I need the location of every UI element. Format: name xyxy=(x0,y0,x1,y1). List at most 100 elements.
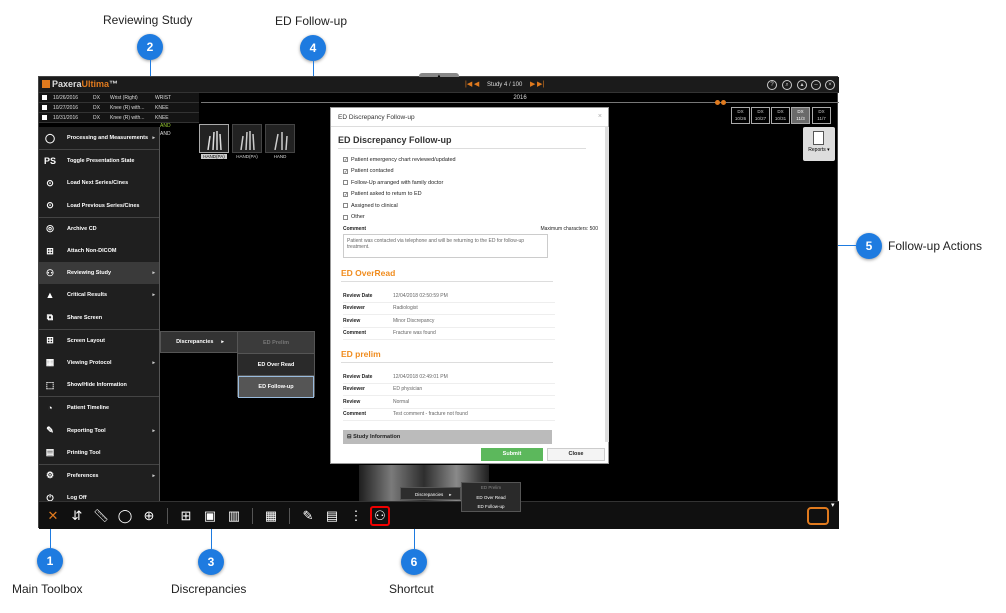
layout-icon[interactable]: ⊞ xyxy=(176,506,196,526)
menu-item-show-hide-info[interactable]: ⬚ Show/Hide Information xyxy=(39,374,159,396)
minimize-icon[interactable]: – xyxy=(811,80,821,90)
menu-item-reviewing-study[interactable]: ⚇ Reviewing Study ▸ xyxy=(39,262,159,285)
restore-icon[interactable]: ▴ xyxy=(797,80,807,90)
comment-textarea[interactable]: Patient was contacted via telephone and … xyxy=(343,234,548,258)
callout-1: 1 xyxy=(37,548,63,574)
check-followup-family[interactable]: Follow-Up arranged with family doctor xyxy=(343,177,610,189)
checkbox[interactable] xyxy=(343,214,348,220)
zoom-icon[interactable]: ⊕ xyxy=(139,506,159,526)
check-assigned-clinical[interactable]: Assigned to clinical xyxy=(343,200,610,212)
study-information-toggle[interactable]: ⊟ Study Information xyxy=(343,430,552,444)
menu-item-viewing-protocol[interactable]: ▦ Viewing Protocol ▸ xyxy=(39,352,159,374)
shortcut-ed-prelim[interactable]: ED Prelim xyxy=(462,483,520,493)
series-thumbnail[interactable]: HAND(PA) xyxy=(232,124,262,164)
menu-item-toggle-ps[interactable]: PS Toggle Presentation State xyxy=(39,150,159,172)
checkbox-checked[interactable]: ✓ xyxy=(343,157,348,163)
circle-icon[interactable]: ◯ xyxy=(115,506,135,526)
shortcut-ed-overread[interactable]: ED Over Read xyxy=(462,493,520,503)
study-counter: Study 4 / 100 xyxy=(486,82,523,88)
menu-item-critical-results[interactable]: ▲ Critical Results ▸ xyxy=(39,284,159,306)
menu-item-screen-layout[interactable]: ⊞ Screen Layout xyxy=(39,330,159,352)
prev-study-icon[interactable]: ◀ xyxy=(474,81,479,88)
check-other[interactable]: Other xyxy=(343,212,610,224)
menu-item-ed-prelim[interactable]: ED Prelim xyxy=(238,332,314,354)
check-chart-reviewed[interactable]: ✓ Patient emergency chart reviewed/update… xyxy=(343,154,610,166)
processing-icon: ◯ xyxy=(44,132,56,143)
print-icon[interactable]: ▦ xyxy=(261,506,281,526)
timeline-study[interactable]: DX 10/31 xyxy=(771,107,790,124)
check-return-ed[interactable]: ✓ Patient asked to return to ED xyxy=(343,189,610,201)
timeline-study[interactable]: DX 10/27 xyxy=(751,107,770,124)
timeline-marker[interactable] xyxy=(715,100,720,105)
reviewing-shortcut-icon[interactable]: ⚇ xyxy=(370,505,390,526)
help-icon[interactable]: ? xyxy=(767,80,777,90)
menu-item-reporting-tool[interactable]: ✎ Reporting Tool ▸ xyxy=(39,419,159,441)
close-icon[interactable]: × xyxy=(825,80,835,90)
study-row[interactable]: 10/27/2016 DX Knee (R) with... KNEE xyxy=(39,103,199,113)
checkbox-checked[interactable]: ✓ xyxy=(343,191,348,197)
menu-item-preferences[interactable]: ⚙ Preferences ▸ xyxy=(39,465,159,487)
menu-item-patient-timeline[interactable]: ◔ Patient Timeline xyxy=(39,397,159,419)
dialog-close-icon[interactable]: × xyxy=(598,113,602,120)
next-study-icon[interactable]: ▶ xyxy=(530,81,535,88)
series-thumbnail[interactable]: HAND xyxy=(265,124,295,164)
checkbox[interactable] xyxy=(343,203,348,209)
printing-icon: ▤ xyxy=(45,447,55,458)
bottom-toolbar: ✕ ⇵ 📏︎ ◯ ⊕ ⊞ ▣ ▥ ▦ ✎ ▤ ⋮ ⚇ xyxy=(39,501,839,529)
orange-panel-icon[interactable] xyxy=(807,507,829,525)
check-patient-contacted[interactable]: ✓ Patient contacted xyxy=(343,166,610,178)
last-study-icon[interactable]: ▶| xyxy=(537,81,544,88)
menu-item-ed-overread[interactable]: ED Over Read xyxy=(238,354,314,376)
checkbox-checked[interactable]: ✓ xyxy=(343,168,348,174)
ps-icon: PS xyxy=(43,156,56,167)
gear-icon: ⚙ xyxy=(45,470,55,481)
study-body-part: AND xyxy=(160,123,171,129)
menu-item-discrepancies[interactable]: Discrepancies ▸ xyxy=(161,332,239,352)
menu-item-load-next[interactable]: ⊙ Load Next Series/Cines xyxy=(39,172,159,194)
callout-3: 3 xyxy=(198,549,224,575)
timeline-study[interactable]: DX 10/26 xyxy=(731,107,750,124)
study-row[interactable]: 10/26/2016 DX Wrist (Right) WRIST xyxy=(39,93,199,103)
shortcut-submenu: ED Prelim ED Over Read ED Follow-up xyxy=(461,482,521,512)
overread-row: Reviewer Radiologist xyxy=(343,303,555,315)
menu-item-archive-cd[interactable]: ◎ Archive CD xyxy=(39,218,159,240)
document-icon[interactable]: ▤ xyxy=(322,506,342,526)
next-icon: ⊙ xyxy=(46,177,54,188)
menu-item-load-previous[interactable]: ⊙ Load Previous Series/Cines xyxy=(39,195,159,217)
timeline-study-current[interactable]: DX 11/3 xyxy=(791,107,810,124)
menu-item-share-screen[interactable]: ⧉ Share Screen xyxy=(39,307,159,329)
menu-item-processing[interactable]: ◯ Processing and Measurements ▸ xyxy=(39,127,159,149)
dialog-title: ED Discrepancy Follow-up xyxy=(331,108,608,127)
expand-arrow-icon[interactable]: ▾ xyxy=(831,501,835,509)
prelim-row: Review Date 12/04/2018 02:49:01 PM xyxy=(343,371,555,384)
close-button[interactable]: Close xyxy=(547,448,605,461)
menu-item-printing-tool[interactable]: ▤ Printing Tool xyxy=(39,442,159,464)
submit-button[interactable]: Submit xyxy=(481,448,543,461)
menu-item-ed-followup[interactable]: ED Follow-up xyxy=(238,376,314,398)
cine-icon[interactable]: ▥ xyxy=(224,506,244,526)
spine-icon[interactable]: ⋮ xyxy=(346,506,366,526)
row-checkbox[interactable] xyxy=(42,95,47,100)
callout-label-5: Follow-up Actions xyxy=(888,239,983,253)
callout-4: 4 xyxy=(300,35,326,61)
scroll-icon[interactable]: ⇵ xyxy=(67,506,87,526)
callout-6: 6 xyxy=(401,549,427,575)
search-icon[interactable]: ⌕ xyxy=(782,80,792,90)
series-thumbnail[interactable]: HAND(PA) xyxy=(199,124,229,164)
ruler-icon[interactable]: 📏︎ xyxy=(91,506,111,526)
row-checkbox[interactable] xyxy=(42,115,47,120)
checkbox[interactable] xyxy=(343,180,348,186)
shortcut-ed-followup[interactable]: ED Follow-up xyxy=(462,502,520,512)
toolbox-icon[interactable]: ✕ xyxy=(43,506,63,526)
menu-item-attach-non-dicom[interactable]: ⊞ Attach Non-DICOM xyxy=(39,240,159,262)
report-edit-icon[interactable]: ✎ xyxy=(298,506,318,526)
study-row[interactable]: 10/31/2016 DX Knee (R) with... KNEE xyxy=(39,113,199,123)
reports-button[interactable]: Reports ▾ xyxy=(803,127,835,161)
timeline-study[interactable]: DX 11/7 xyxy=(812,107,831,124)
shortcut-discrepancies[interactable]: Discrepancies xyxy=(415,492,443,497)
row-checkbox[interactable] xyxy=(42,105,47,110)
first-study-icon[interactable]: |◀ xyxy=(465,81,472,88)
overread-heading: ED OverRead xyxy=(341,268,553,282)
series-layout-icon[interactable]: ▣ xyxy=(200,506,220,526)
timeline-marker[interactable] xyxy=(721,100,726,105)
